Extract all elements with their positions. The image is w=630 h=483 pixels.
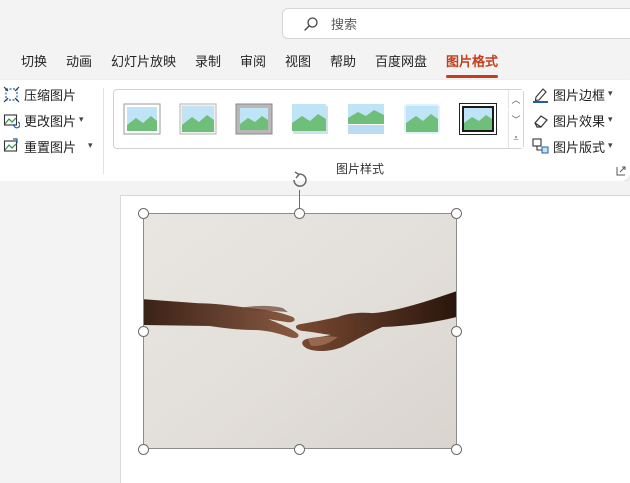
picture-style-thumbnail-icon [292,104,328,134]
pen-border-icon [533,87,548,103]
search-box[interactable]: 搜索 [282,8,630,39]
change-picture-icon [3,113,20,128]
picture-styles-group-label: 图片样式 [335,162,384,176]
tab-transitions[interactable]: 切换 [21,50,47,76]
reset-picture-button[interactable]: 重置图片 ▾ [3,135,93,157]
chevron-down-icon: ▾ [88,141,93,151]
change-picture-button[interactable]: 更改图片 ▾ [3,109,84,131]
picture-style-thumbnail-icon [348,104,384,134]
picture-effects-button[interactable]: 图片效果 ▾ [532,109,613,131]
chevron-down-icon: ▾ [608,115,613,125]
chevron-down-icon: ▾ [608,89,613,99]
picture-style-shadow[interactable] [291,103,329,135]
resize-handle-bottom-right[interactable] [451,444,462,455]
compress-label: 压缩图片 [24,88,77,104]
resize-handle-bottom-left[interactable] [138,444,149,455]
resize-handle-bottom[interactable] [294,444,305,455]
picture-style-thumbnail-icon [459,103,497,135]
gallery-scroll-up-button[interactable]: ︿ [508,90,523,109]
tab-view[interactable]: 视图 [285,50,311,76]
picture-style-thick-grey-frame[interactable] [235,103,273,135]
resize-handle-left[interactable] [138,326,149,337]
reset-picture-label: 重置图片 [24,140,77,156]
compress-pictures-button[interactable]: 压缩图片 [3,83,76,105]
picture-border-label: 图片边框 [553,88,606,104]
search-icon [304,16,318,31]
group-divider [103,88,104,174]
gallery-scroll-down-button[interactable]: ﹀ [508,110,523,129]
chevron-down-icon: ▾ [79,115,84,125]
picture-style-reflection[interactable] [347,103,385,135]
picture-effects-label: 图片效果 [553,114,606,130]
effects-eraser-icon [534,114,548,128]
chevron-down-icon: ﹀ [511,116,521,126]
resize-handle-top-right[interactable] [451,208,462,219]
picture-style-thumbnail-icon [404,104,440,134]
tab-animations[interactable]: 动画 [66,50,92,76]
picture-style-thumbnail-icon [123,103,161,135]
picture-style-simple-frame[interactable] [123,103,161,135]
picture-style-thumbnail-icon [179,103,217,135]
compress-icon [3,86,20,102]
picture-layout-icon [532,137,549,153]
selected-picture[interactable] [143,213,457,449]
gallery-more-button[interactable]: ⩡ [508,129,523,148]
resize-handle-top[interactable] [294,208,305,219]
picture-style-thin-frame[interactable] [179,103,217,135]
picture-style-soft-edge[interactable] [403,103,441,135]
tab-help[interactable]: 帮助 [330,50,356,76]
search-placeholder: 搜索 [331,18,358,33]
expand-gallery-icon: ⩡ [513,133,519,144]
tab-baidu-netdisk[interactable]: 百度网盘 [375,50,427,76]
chevron-up-icon: ︿ [511,96,521,106]
rotate-handle-icon[interactable] [290,170,310,190]
tab-picture-format[interactable]: 图片格式 [446,50,499,78]
picture-border-button[interactable]: 图片边框 ▾ [532,83,613,105]
chevron-down-icon: ▾ [608,141,613,151]
change-picture-label: 更改图片 [24,114,77,130]
tab-record[interactable]: 录制 [195,50,221,76]
resize-handle-right[interactable] [451,326,462,337]
picture-style-black-frame[interactable] [459,103,497,135]
picture-style-thumbnail-icon [235,103,273,135]
tab-slideshow[interactable]: 幻灯片放映 [111,50,176,76]
picture-layout-button[interactable]: 图片版式 ▾ [532,135,613,157]
hands-reaching-image [144,214,456,448]
ribbon-tabs: · 切换 动画 幻灯片放映 录制 审阅 视图 帮助 百度网盘 图片格式 [0,50,630,78]
resize-handle-top-left[interactable] [138,208,149,219]
dialog-launcher-icon[interactable] [616,166,626,176]
tab-review[interactable]: 审阅 [240,50,266,76]
reset-picture-icon [3,137,18,152]
picture-layout-label: 图片版式 [553,140,606,156]
